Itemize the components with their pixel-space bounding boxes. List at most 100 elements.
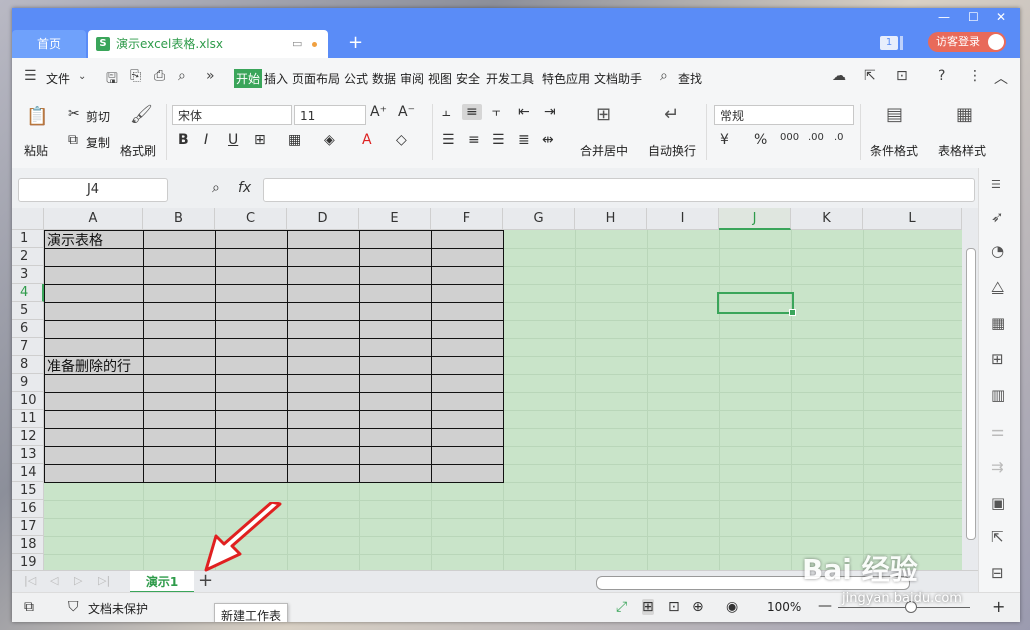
row-header[interactable]: 12: [12, 428, 44, 446]
menu-developer[interactable]: 开发工具: [486, 70, 534, 87]
cut-button[interactable]: 剪切: [86, 108, 110, 125]
format-painter-icon[interactable]: 🖌: [130, 104, 153, 125]
wrap-text-icon[interactable]: ↵: [664, 104, 679, 125]
select-pointer-icon[interactable]: ➶: [991, 208, 1004, 226]
scissors-icon[interactable]: ✂: [68, 106, 80, 122]
apps-icon[interactable]: ⊞: [991, 350, 1004, 368]
hamburger-icon[interactable]: ☰: [24, 68, 37, 84]
thousands-icon[interactable]: 000: [780, 132, 799, 143]
menu-formula[interactable]: 公式: [344, 70, 368, 87]
normal-view-icon[interactable]: ⊞: [642, 599, 654, 615]
column-header[interactable]: I: [647, 208, 719, 230]
zoom-level[interactable]: 100%: [767, 600, 801, 614]
italic-icon[interactable]: I: [204, 132, 208, 148]
fill-color-icon[interactable]: ◈: [324, 132, 335, 148]
minimize-icon[interactable]: —: [938, 10, 950, 24]
copy-icon[interactable]: ⧉: [68, 132, 78, 148]
column-header[interactable]: G: [503, 208, 575, 230]
indent-decrease-icon[interactable]: ⇤: [518, 104, 530, 120]
table-style-icon[interactable]: ▦: [956, 104, 973, 125]
vertical-scroll-thumb[interactable]: [966, 248, 976, 540]
menu-insert[interactable]: 插入: [264, 70, 288, 87]
font-family-select[interactable]: 宋体: [172, 105, 292, 125]
justify-icon[interactable]: ≣: [518, 132, 530, 148]
more-vertical-icon[interactable]: ⋮: [968, 68, 982, 84]
column-header-selected[interactable]: J: [719, 208, 791, 230]
pane-menu-icon[interactable]: ☰: [991, 178, 1001, 191]
conditional-format-icon[interactable]: ▤: [886, 104, 903, 125]
distributed-icon[interactable]: ⇹: [542, 132, 554, 148]
row-header-selected[interactable]: 4: [12, 284, 44, 302]
chevron-down-icon[interactable]: ⌄: [78, 71, 86, 82]
font-size-select[interactable]: 11: [294, 105, 366, 125]
increase-font-icon[interactable]: A⁺: [370, 104, 387, 120]
print-icon[interactable]: ⎙: [154, 68, 165, 84]
help-icon[interactable]: ?: [938, 68, 945, 84]
row-header[interactable]: 6: [12, 320, 44, 338]
fill-style-icon[interactable]: ▦: [288, 132, 301, 148]
reading-view-icon[interactable]: ◉: [726, 599, 738, 615]
zoom-in-icon[interactable]: +: [992, 597, 1005, 616]
menu-doc-assistant[interactable]: 文档助手: [594, 70, 642, 87]
align-middle-icon[interactable]: ≡: [462, 104, 482, 120]
column-header[interactable]: A: [44, 208, 143, 230]
archive-icon[interactable]: ⊟: [991, 564, 1004, 582]
paste-button[interactable]: 粘贴: [24, 142, 48, 159]
merge-center-button[interactable]: 合并居中: [580, 142, 628, 159]
print-preview-icon[interactable]: ⌕: [178, 68, 186, 84]
active-cell-j4[interactable]: [717, 292, 796, 316]
menu-home[interactable]: 开始: [234, 69, 263, 88]
chart-icon[interactable]: ▥: [991, 386, 1005, 404]
monitor-icon[interactable]: ▭: [292, 30, 302, 58]
column-header[interactable]: B: [143, 208, 215, 230]
row-header[interactable]: 13: [12, 446, 44, 464]
conditional-format-button[interactable]: 条件格式: [870, 142, 918, 159]
search-icon[interactable]: ⌕: [660, 68, 668, 84]
number-format-select[interactable]: 常规: [714, 105, 854, 125]
clear-format-icon[interactable]: ◇: [396, 132, 407, 148]
row-header[interactable]: 16: [12, 500, 44, 518]
save-icon[interactable]: 🖫: [106, 68, 118, 92]
underline-icon[interactable]: U: [228, 132, 238, 148]
row-header[interactable]: 15: [12, 482, 44, 500]
prev-sheet-icon[interactable]: ◁: [50, 574, 58, 587]
column-header[interactable]: D: [287, 208, 359, 230]
menu-view[interactable]: 视图: [428, 70, 452, 87]
shapes-icon[interactable]: ◔: [991, 242, 1004, 260]
tab-count-badge[interactable]: 1: [880, 36, 898, 50]
row-header[interactable]: 9: [12, 374, 44, 392]
export-icon[interactable]: ⎘: [130, 68, 141, 84]
transfer-icon[interactable]: ⇉: [991, 458, 1004, 476]
tab-home[interactable]: 首页: [12, 30, 86, 58]
currency-icon[interactable]: ¥: [720, 132, 729, 148]
row-header[interactable]: 18: [12, 536, 44, 554]
decrease-decimal-icon[interactable]: .0: [834, 132, 844, 143]
align-top-icon[interactable]: ⫠: [442, 104, 450, 120]
close-icon[interactable]: ✕: [996, 10, 1006, 24]
eye-protect-icon[interactable]: ⤢: [616, 599, 627, 615]
row-header[interactable]: 2: [12, 248, 44, 266]
row-header[interactable]: 17: [12, 518, 44, 536]
align-center-icon[interactable]: ≡: [468, 132, 480, 148]
column-header[interactable]: L: [863, 208, 962, 230]
new-tab-button[interactable]: +: [348, 32, 363, 54]
column-header[interactable]: F: [431, 208, 503, 230]
column-header[interactable]: K: [791, 208, 863, 230]
spreadsheet-grid[interactable]: A B C D E F G H I J K L 演示表格 准备删除的行 1 2 …: [12, 208, 962, 578]
decrease-font-icon[interactable]: A⁻: [398, 104, 415, 120]
border-icon[interactable]: ⊞: [254, 132, 266, 148]
table-icon[interactable]: ▦: [991, 314, 1005, 332]
wrap-text-button[interactable]: 自动换行: [648, 142, 696, 159]
menu-file[interactable]: 文件: [46, 70, 70, 87]
percent-icon[interactable]: %: [754, 132, 767, 148]
row-header[interactable]: 11: [12, 410, 44, 428]
column-header[interactable]: C: [215, 208, 287, 230]
copy-button[interactable]: 复制: [86, 134, 110, 151]
column-header[interactable]: H: [575, 208, 647, 230]
row-header[interactable]: 10: [12, 392, 44, 410]
format-painter-button[interactable]: 格式刷: [120, 142, 156, 159]
row-header[interactable]: 1: [12, 230, 44, 248]
merge-center-icon[interactable]: ⊞: [596, 104, 611, 125]
column-header[interactable]: E: [359, 208, 431, 230]
increase-decimal-icon[interactable]: .00: [808, 132, 824, 143]
